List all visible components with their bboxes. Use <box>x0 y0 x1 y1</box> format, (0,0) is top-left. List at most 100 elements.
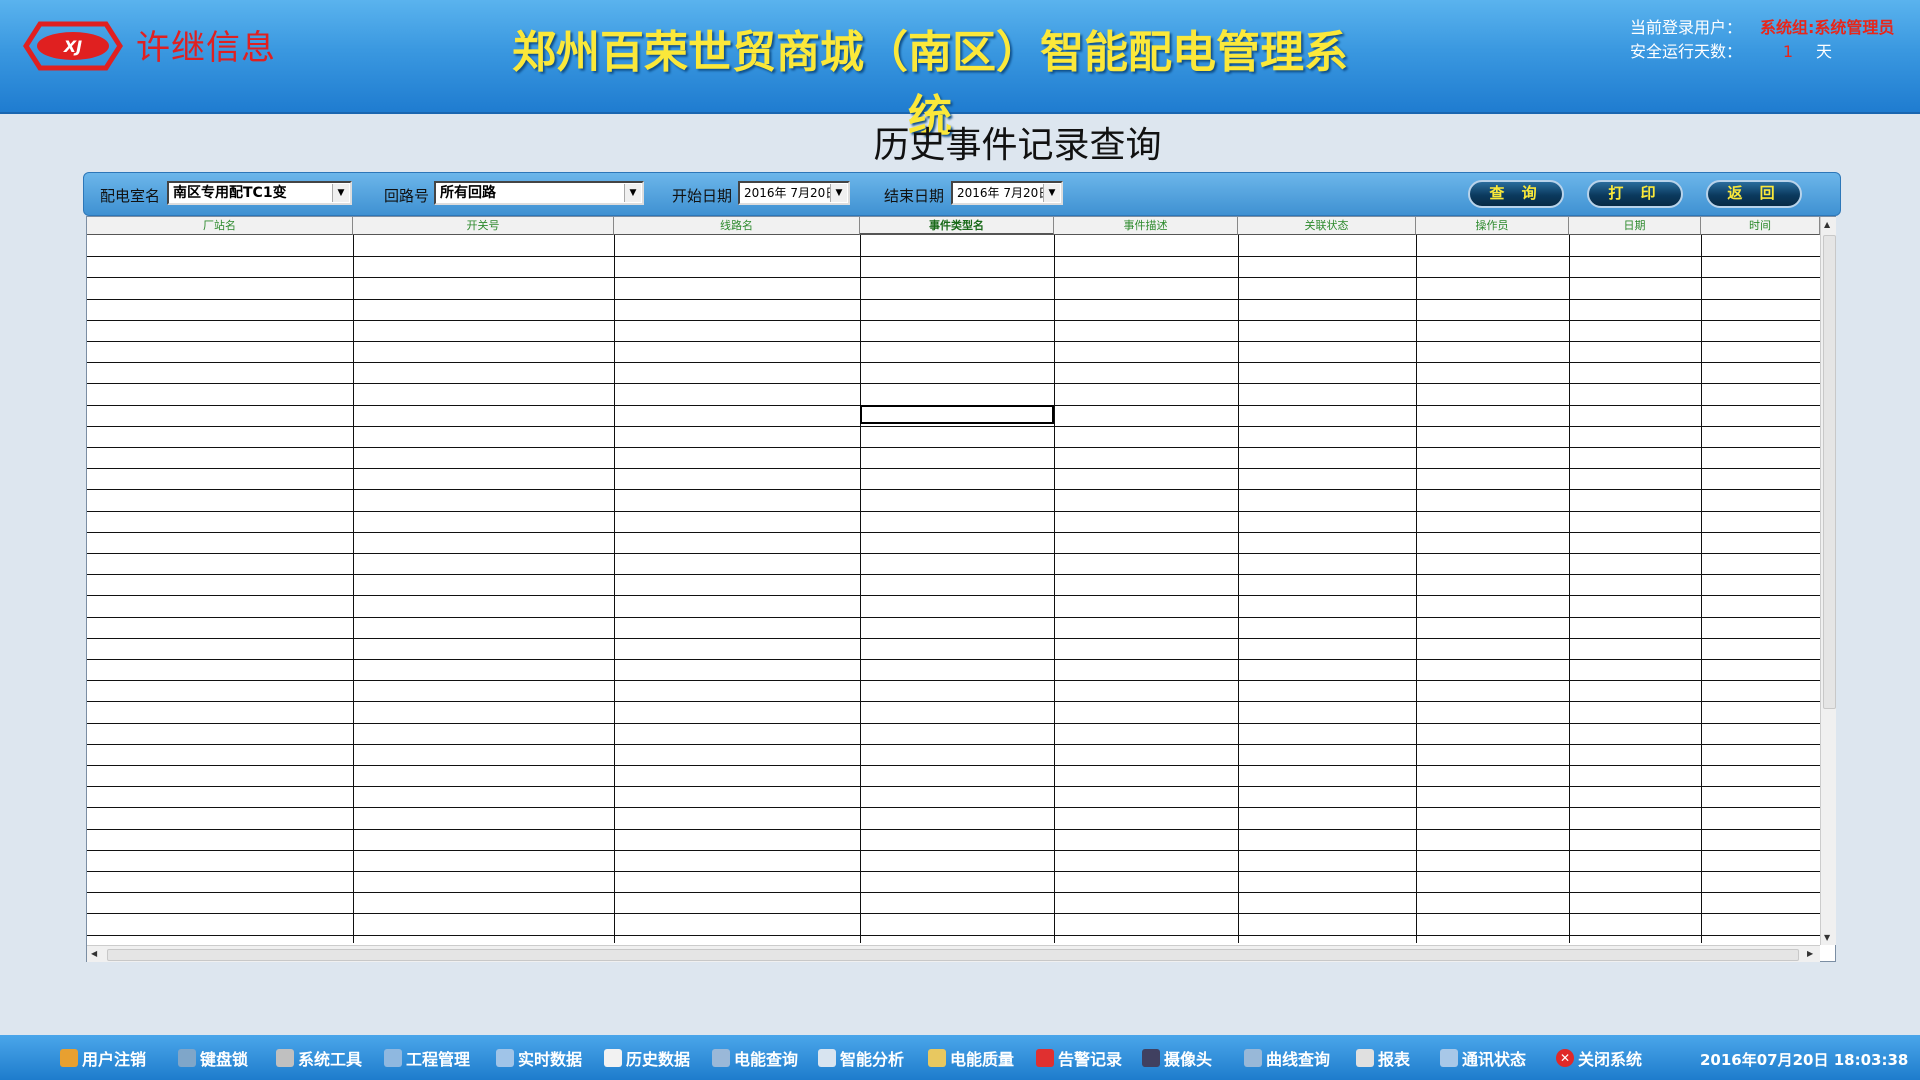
quality-icon <box>928 1049 946 1067</box>
table-row[interactable] <box>87 744 1820 745</box>
taskbar-item-curve[interactable]: 曲线查询 <box>1244 1047 1330 1069</box>
loop-select[interactable]: 所有回路 ▼ <box>434 181 644 205</box>
table-row[interactable] <box>87 489 1820 490</box>
taskbar-item-report[interactable]: 报表 <box>1356 1047 1410 1069</box>
history-icon <box>604 1049 622 1067</box>
taskbar-item-label: 历史数据 <box>626 1050 691 1069</box>
column-header-event-desc[interactable]: 事件描述 <box>1054 217 1238 235</box>
column-header-event-type[interactable]: 事件类型名 <box>860 217 1054 235</box>
chevron-down-icon[interactable]: ▼ <box>830 184 847 202</box>
table-row[interactable] <box>87 277 1820 278</box>
taskbar-item-close[interactable]: ✕ 关闭系统 <box>1556 1047 1642 1069</box>
taskbar-item-history[interactable]: 历史数据 <box>604 1047 690 1069</box>
event-table[interactable]: 厂站名 开关号 线路名 事件类型名 事件描述 关联状态 操作员 日期 时间 ▲ … <box>86 216 1836 962</box>
table-row[interactable] <box>87 426 1820 427</box>
table-row[interactable] <box>87 617 1820 618</box>
chevron-down-icon[interactable]: ▼ <box>1043 184 1060 202</box>
bottom-taskbar: 用户注销 键盘锁 系统工具 工程管理 实时数据 历史数据 电能查询 智能分析 电能质量 告警记录 摄… <box>0 1035 1920 1080</box>
taskbar-item-label: 关闭系统 <box>1578 1050 1643 1069</box>
table-row[interactable] <box>87 299 1820 300</box>
table-row[interactable] <box>87 553 1820 554</box>
analysis-icon <box>818 1049 836 1067</box>
taskbar-item-quality[interactable]: 电能质量 <box>928 1047 1014 1069</box>
taskbar-item-camera[interactable]: 摄像头 <box>1142 1047 1212 1069</box>
taskbar-item-alarm[interactable]: 告警记录 <box>1036 1047 1122 1069</box>
table-row[interactable] <box>87 511 1820 512</box>
table-row[interactable] <box>87 680 1820 681</box>
back-button[interactable]: 返 回 <box>1706 180 1802 208</box>
table-row[interactable] <box>87 850 1820 851</box>
taskbar-item-label: 摄像头 <box>1164 1050 1213 1069</box>
project-icon <box>384 1049 402 1067</box>
start-date-picker[interactable]: 2016年 7月20日 ▼ <box>738 181 850 205</box>
table-row[interactable] <box>87 256 1820 257</box>
table-row[interactable] <box>87 765 1820 766</box>
taskbar-item-label: 系统工具 <box>298 1050 363 1069</box>
table-row[interactable] <box>87 913 1820 914</box>
column-header-station[interactable]: 厂站名 <box>87 217 353 235</box>
user-label: 当前登录用户： <box>1630 18 1743 37</box>
table-row[interactable] <box>87 892 1820 893</box>
end-date-picker[interactable]: 2016年 7月20日 ▼ <box>951 181 1063 205</box>
table-row[interactable] <box>87 574 1820 575</box>
scroll-left-icon[interactable]: ◀ <box>91 949 97 958</box>
horizontal-scroll-thumb[interactable] <box>107 949 1799 961</box>
table-row[interactable] <box>87 659 1820 660</box>
taskbar-item-users[interactable]: 用户注销 <box>60 1047 146 1069</box>
vertical-scrollbar[interactable]: ▲ ▼ <box>1820 217 1836 945</box>
horizontal-scrollbar[interactable]: ◀ ▶ <box>87 945 1820 962</box>
alarm-icon <box>1036 1049 1054 1067</box>
start-date-label: 开始日期 <box>672 187 733 205</box>
table-row[interactable] <box>87 341 1820 342</box>
chevron-down-icon[interactable]: ▼ <box>332 184 349 202</box>
table-row[interactable] <box>87 829 1820 830</box>
selected-cell[interactable] <box>860 405 1054 424</box>
table-row[interactable] <box>87 362 1820 363</box>
column-header-line[interactable]: 线路名 <box>614 217 860 235</box>
taskbar-item-analysis[interactable]: 智能分析 <box>818 1047 904 1069</box>
table-row[interactable] <box>87 786 1820 787</box>
column-header-linked-state[interactable]: 关联状态 <box>1238 217 1416 235</box>
column-header-date[interactable]: 日期 <box>1569 217 1701 235</box>
room-select[interactable]: 南区专用配TC1变 ▼ <box>167 181 352 205</box>
table-row[interactable] <box>87 701 1820 702</box>
table-row[interactable] <box>87 595 1820 596</box>
scroll-right-icon[interactable]: ▶ <box>1807 949 1813 958</box>
table-row[interactable] <box>87 447 1820 448</box>
scroll-up-icon[interactable]: ▲ <box>1824 220 1830 229</box>
table-row[interactable] <box>87 935 1820 936</box>
table-row[interactable] <box>87 807 1820 808</box>
taskbar-item-tools[interactable]: 系统工具 <box>276 1047 362 1069</box>
days-unit: 天 <box>1816 42 1833 61</box>
column-header-switch[interactable]: 开关号 <box>353 217 614 235</box>
close-icon: ✕ <box>1556 1049 1574 1067</box>
print-button[interactable]: 打 印 <box>1587 180 1683 208</box>
taskbar-item-label: 实时数据 <box>518 1050 583 1069</box>
table-row[interactable] <box>87 638 1820 639</box>
vertical-scroll-thumb[interactable] <box>1823 235 1836 709</box>
taskbar-item-realtime[interactable]: 实时数据 <box>496 1047 582 1069</box>
column-header-time[interactable]: 时间 <box>1701 217 1820 235</box>
chevron-down-icon[interactable]: ▼ <box>624 184 641 202</box>
query-button[interactable]: 查 询 <box>1468 180 1564 208</box>
table-row[interactable] <box>87 320 1820 321</box>
taskbar-item-project[interactable]: 工程管理 <box>384 1047 470 1069</box>
scroll-down-icon[interactable]: ▼ <box>1824 933 1830 942</box>
end-date-label: 结束日期 <box>884 187 945 205</box>
report-icon <box>1356 1049 1374 1067</box>
table-row[interactable] <box>87 468 1820 469</box>
filter-bar: 配电室名 南区专用配TC1变 ▼ 回路号 所有回路 ▼ 开始日期 2016年 7… <box>83 172 1841 216</box>
table-row[interactable] <box>87 532 1820 533</box>
table-row[interactable] <box>87 383 1820 384</box>
taskbar-item-energy[interactable]: 电能查询 <box>712 1047 798 1069</box>
taskbar-item-label: 键盘锁 <box>200 1050 249 1069</box>
room-select-value: 南区专用配TC1变 <box>173 185 287 201</box>
taskbar-item-keyboard[interactable]: 键盘锁 <box>178 1047 248 1069</box>
svg-text:XJ: XJ <box>63 37 82 56</box>
taskbar-item-label: 电能查询 <box>734 1050 799 1069</box>
column-header-operator[interactable]: 操作员 <box>1416 217 1569 235</box>
taskbar-item-network[interactable]: 通讯状态 <box>1440 1047 1526 1069</box>
table-row[interactable] <box>87 871 1820 872</box>
company-logo-icon: XJ <box>18 18 128 74</box>
table-row[interactable] <box>87 723 1820 724</box>
